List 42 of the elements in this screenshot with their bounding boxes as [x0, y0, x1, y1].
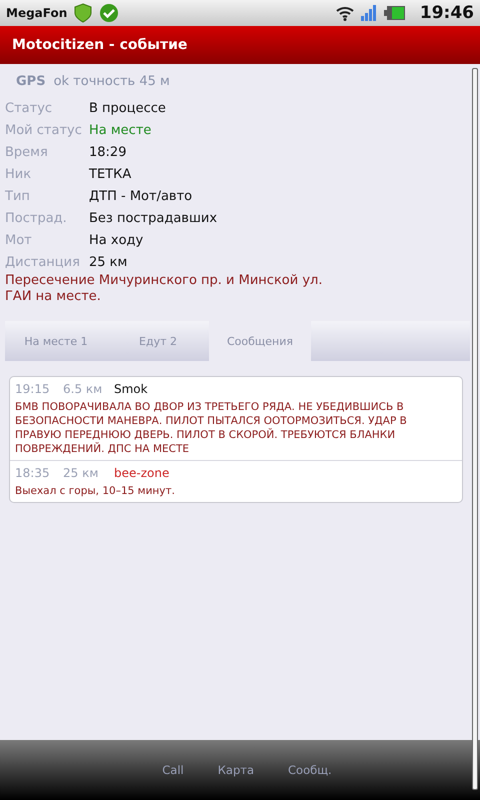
- wifi-icon: [336, 5, 354, 21]
- gps-label: GPS: [16, 74, 46, 89]
- address-text: Пересечение Мичуринского пр. и Минской ул.: [5, 273, 324, 289]
- message-author: bee-zone: [114, 466, 170, 480]
- field-label: Мот: [5, 232, 33, 248]
- bottom-button[interactable]: Call: [162, 763, 184, 777]
- message-text: Выехал с горы, 10–15 минут.: [15, 484, 176, 498]
- message-distance: 6.5 км: [63, 382, 104, 396]
- field-label: Пострад.: [5, 210, 68, 226]
- message-time: 19:15: [15, 382, 51, 396]
- field-label: Время: [5, 144, 49, 160]
- clock: 19:46: [420, 3, 474, 23]
- check-icon: [99, 3, 120, 23]
- gps-accuracy: ok точность 45 м: [54, 74, 170, 89]
- field-label: Статус: [5, 100, 54, 116]
- shield-icon: [73, 3, 94, 23]
- field-label: Тип: [5, 188, 31, 204]
- field-label: Мой статус: [5, 122, 83, 138]
- field-value: 18:29: [89, 144, 128, 160]
- field-value: 25 км: [89, 254, 128, 270]
- tab[interactable]: На месте 1: [5, 321, 107, 361]
- field-label: Дистанция: [5, 254, 81, 270]
- tab[interactable]: Сообщения: [209, 321, 311, 361]
- message-time: 18:35: [15, 466, 51, 480]
- signal-icon: [360, 5, 378, 21]
- field-value: Без пострадавших: [89, 210, 218, 226]
- bottom-button[interactable]: Карта: [218, 763, 254, 777]
- field-value: ДТП - Мот/авто: [89, 188, 194, 204]
- bottom-button[interactable]: Сообщ.: [288, 763, 332, 777]
- message-distance: 25 км: [63, 466, 100, 480]
- carrier-name: MegaFon: [6, 6, 68, 20]
- address-text: ГАИ на месте.: [5, 289, 102, 305]
- title-bar: Motocitizen - событие: [0, 26, 480, 64]
- battery-icon: [384, 5, 406, 21]
- message-text: БМВ ПОВОРАЧИВАЛА ВО ДВОР ИЗ ТРЕТЬЕГО РЯДА. НЕ УБЕДИВШИСЬ В БЕЗОПАСНОСТИ МАНЕВРА. ПИЛОТ ПЫТАЛСЯ ООТОРМОЗИТЬСЯ. УДАР В ПРАВУЮ ПЕРЕДНЮЮ ДВЕРЬ. ПИЛОТ В СКОРОЙ. ТРЕБУЮТСЯ БЛАНКИ ПОВРЕЖДЕНИЙ. ДПС НА МЕСТЕ: [15, 400, 408, 456]
- field-value: На месте: [89, 122, 152, 138]
- field-value: На ходу: [89, 232, 144, 248]
- tab[interactable]: Едут 2: [107, 321, 209, 361]
- field-value: В процессе: [89, 100, 167, 116]
- field-label: Ник: [5, 166, 32, 182]
- message-author: Smok: [114, 382, 148, 396]
- field-value: ТЕТКА: [89, 166, 132, 182]
